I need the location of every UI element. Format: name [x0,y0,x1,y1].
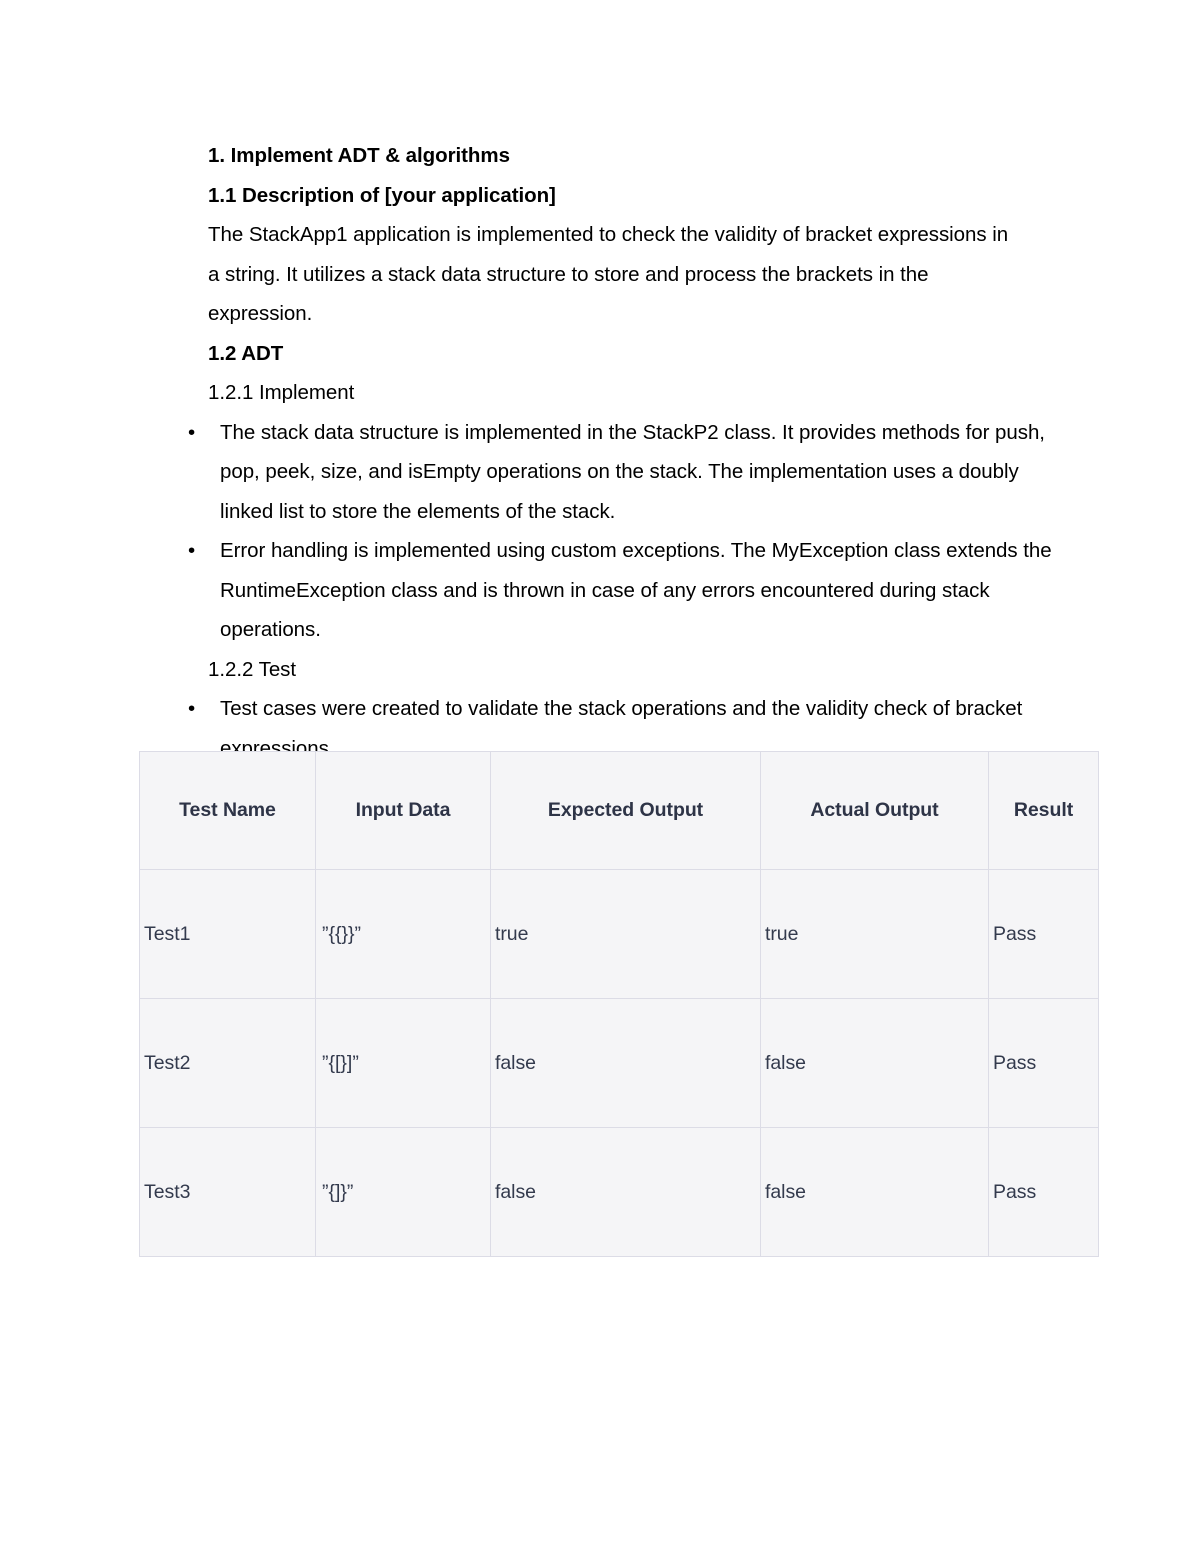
test-case-table: Test Name Input Data Expected Output Act… [139,751,1099,1257]
list-item-label: Error handling is implemented using cust… [220,539,1052,641]
column-header-expected-output: Expected Output [490,751,761,870]
implement-bullet-list: • The stack data structure is implemente… [188,413,1070,650]
bullet-icon: • [188,420,196,444]
list-item: • Error handling is implemented using cu… [178,531,1070,650]
cell-expected-output: true [490,869,761,999]
test-case-table-wrapper: Test Name Input Data Expected Output Act… [139,751,1099,1257]
cell-test-name: Test1 [139,869,316,999]
table-row: Test3 ”{]}” false false Pass [139,1127,1099,1257]
bullet-icon: • [188,539,196,562]
bullet-icon: • [188,697,196,720]
cell-result: Pass [988,1127,1099,1257]
cell-actual-output: true [760,869,989,999]
column-header-input-data: Input Data [315,751,491,870]
cell-test-name: Test2 [139,998,316,1128]
column-header-actual-output: Actual Output [760,751,989,870]
document-page: 1. Implement ADT & algorithms 1.1 Descri… [0,0,1200,1553]
cell-actual-output: false [760,1127,989,1257]
heading-1-2: 1.2 ADT [208,341,284,365]
description-line-3: expression. [208,302,313,325]
heading-1: 1. Implement ADT & algorithms [208,144,510,167]
table-row: Test2 ”{[}]” false false Pass [139,998,1099,1128]
table-header: Test Name Input Data Expected Output Act… [139,751,1099,870]
description-line-1: The StackApp1 application is implemented… [208,223,1009,246]
cell-expected-output: false [490,1127,761,1257]
cell-input-data: ”{{}}” [315,869,491,999]
cell-input-data: ”{[}]” [315,998,491,1128]
heading-1-1: 1.1 Description of [your application] [208,183,556,207]
cell-input-data: ”{]}” [315,1127,491,1257]
cell-test-name: Test3 [139,1127,316,1257]
heading-1-2-1: 1.2.1 Implement [208,381,355,404]
table-header-row: Test Name Input Data Expected Output Act… [139,751,1099,870]
column-header-result: Result [988,751,1099,870]
cell-result: Pass [988,869,1099,999]
heading-1-2-2: 1.2.2 Test [208,657,297,681]
list-item-label: The stack data structure is implemented … [220,420,1045,523]
cell-actual-output: false [760,998,989,1128]
description-line-2: a string. It utilizes a stack data struc… [208,262,929,286]
table-body: Test1 ”{{}}” true true Pass Test2 ”{[}]”… [139,869,1099,1257]
cell-result: Pass [988,998,1099,1128]
cell-expected-output: false [490,998,761,1128]
column-header-test-name: Test Name [139,751,316,870]
table-row: Test1 ”{{}}” true true Pass [139,869,1099,999]
list-item: • The stack data structure is implemente… [178,413,1070,532]
